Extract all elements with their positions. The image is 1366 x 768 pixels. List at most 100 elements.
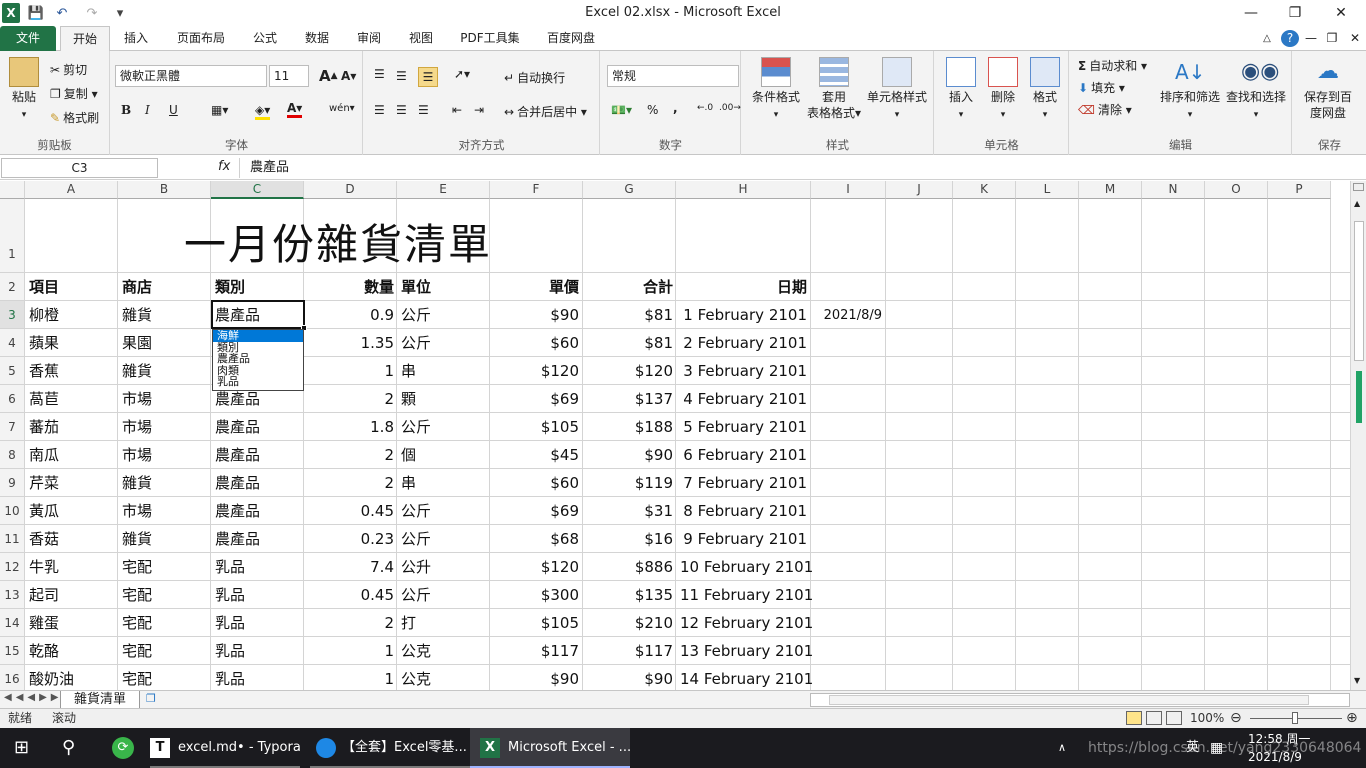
cell-date[interactable]: 2 February 2101	[676, 329, 811, 356]
cell-price[interactable]: $90	[490, 665, 583, 690]
zoom-slider-thumb[interactable]	[1292, 712, 1298, 724]
row-header-14[interactable]: 14	[0, 609, 25, 637]
cell-extra[interactable]	[811, 413, 886, 440]
cell-total[interactable]: $81	[583, 301, 677, 328]
cell-qty[interactable]: 2	[304, 609, 398, 636]
cell-store[interactable]: 宅配	[118, 581, 156, 608]
cell-qty[interactable]: 1	[304, 357, 398, 384]
cell-price[interactable]: $105	[490, 609, 583, 636]
cell-extra[interactable]	[811, 665, 886, 690]
page-layout-view-icon[interactable]	[1146, 711, 1162, 725]
cell-total[interactable]: $137	[583, 385, 677, 412]
grow-font-icon[interactable]: A ▲	[319, 67, 338, 85]
cell-unit[interactable]: 打	[397, 609, 420, 636]
currency-icon[interactable]: 💵▾	[611, 103, 632, 117]
column-header-d[interactable]: D	[304, 181, 397, 199]
vscroll-thumb[interactable]	[1354, 221, 1364, 361]
scroll-up-icon[interactable]: ▲	[1354, 199, 1360, 208]
cell-qty[interactable]: 2	[304, 385, 398, 412]
cell-total[interactable]: $886	[583, 553, 677, 580]
cell-date[interactable]: 10 February 2101	[676, 553, 813, 580]
cell-store[interactable]: 宅配	[118, 553, 156, 580]
cell-date[interactable]: 6 February 2101	[676, 441, 811, 468]
row-header-13[interactable]: 13	[0, 581, 25, 609]
format-as-table-button[interactable]: 套用 表格格式▾	[806, 57, 862, 121]
column-header-j[interactable]: J	[886, 181, 953, 199]
cell-unit[interactable]: 公克	[397, 665, 435, 690]
format-painter-button[interactable]: ✎ 格式刷	[50, 109, 99, 126]
cell-extra[interactable]	[811, 609, 886, 636]
sort-filter-button[interactable]: A↓ 排序和筛选 ▾	[1158, 57, 1222, 123]
cell-store[interactable]: 雜貨	[118, 525, 156, 552]
font-name-select[interactable]: 微軟正黑體	[115, 65, 267, 87]
column-header-l[interactable]: L	[1016, 181, 1079, 199]
tab-file[interactable]: 文件	[0, 26, 56, 51]
cell-category[interactable]: 乳品	[211, 581, 249, 608]
cell-qty[interactable]: 0.23	[304, 525, 398, 552]
row-header-1[interactable]: 1	[0, 199, 25, 273]
worksheet[interactable]: ABCDEFGHIJKLMNOP 1 2 3 4 5 6 7 8 9 10 11 12 13 14 15 16…	[0, 181, 1350, 690]
cell-category[interactable]: 農產品	[211, 469, 264, 496]
column-header-g[interactable]: G	[583, 181, 676, 199]
zoom-in-icon[interactable]: ⊕	[1346, 709, 1358, 727]
sheet-title[interactable]: 一月份雜貨清單	[184, 211, 492, 272]
cell-item[interactable]: 起司	[25, 581, 63, 608]
cut-button[interactable]: ✂ 剪切	[50, 61, 87, 78]
header-total[interactable]: 合計	[583, 273, 677, 300]
scroll-down-icon[interactable]: ▼	[1354, 676, 1360, 685]
data-validation-dropdown[interactable]: 海鮮 類別 農產品 肉類 乳品	[212, 329, 304, 391]
cell-store[interactable]: 市場	[118, 441, 156, 468]
cell-unit[interactable]: 公斤	[397, 497, 435, 524]
cell-item[interactable]: 香蕉	[25, 357, 63, 384]
conditional-format-button[interactable]: 条件格式 ▾	[748, 57, 804, 123]
cell-item[interactable]: 香菇	[25, 525, 63, 552]
active-cell-c3[interactable]	[211, 300, 307, 331]
cell-date[interactable]: 7 February 2101	[676, 469, 811, 496]
dropdown-option[interactable]: 類別	[213, 342, 303, 354]
merge-center-button[interactable]: ↔ 合并后居中 ▾	[504, 103, 587, 120]
zoom-level[interactable]: 100%	[1190, 709, 1224, 727]
minimize-icon[interactable]: —	[1228, 2, 1274, 24]
row-header-11[interactable]: 11	[0, 525, 25, 553]
column-header-k[interactable]: K	[953, 181, 1016, 199]
select-all-corner[interactable]	[0, 181, 25, 199]
cell-category[interactable]: 農產品	[211, 441, 264, 468]
column-header-m[interactable]: M	[1079, 181, 1142, 199]
normal-view-icon[interactable]	[1126, 711, 1142, 725]
tab-page-layout[interactable]: 页面布局	[168, 26, 234, 51]
cell-extra[interactable]	[811, 553, 886, 580]
cell-unit[interactable]: 顆	[397, 385, 420, 412]
cell-item[interactable]: 芹菜	[25, 469, 63, 496]
header-price[interactable]: 單價	[490, 273, 583, 300]
fill-button[interactable]: ⬇ 填充 ▾	[1078, 79, 1125, 96]
cell-item[interactable]: 柳橙	[25, 301, 63, 328]
orientation-icon[interactable]: ➚▾	[454, 67, 470, 81]
cell-extra[interactable]	[811, 441, 886, 468]
cell-qty[interactable]: 1	[304, 637, 398, 664]
cell-price[interactable]: $69	[490, 497, 583, 524]
tab-home[interactable]: 开始	[60, 26, 110, 52]
header-item[interactable]: 項目	[25, 273, 63, 300]
column-header-i[interactable]: I	[811, 181, 886, 199]
fx-icon[interactable]: fx	[160, 158, 238, 178]
cell-extra[interactable]	[811, 525, 886, 552]
find-select-button[interactable]: ◉◉ 查找和选择 ▾	[1224, 57, 1288, 123]
cell-qty[interactable]: 0.45	[304, 581, 398, 608]
cell-extra[interactable]	[811, 469, 886, 496]
clear-button[interactable]: ⌫ 清除 ▾	[1078, 101, 1132, 118]
dropdown-option[interactable]: 農產品	[213, 353, 303, 365]
header-date[interactable]: 日期	[676, 273, 811, 300]
cell-extra[interactable]	[811, 357, 886, 384]
cell-unit[interactable]: 公升	[397, 553, 435, 580]
column-header-e[interactable]: E	[397, 181, 490, 199]
column-header-a[interactable]: A	[25, 181, 118, 199]
header-unit[interactable]: 單位	[397, 273, 435, 300]
cell-category[interactable]: 乳品	[211, 665, 249, 690]
cell-qty[interactable]: 1	[304, 665, 398, 690]
cell-total[interactable]: $16	[583, 525, 677, 552]
cell-unit[interactable]: 公斤	[397, 525, 435, 552]
cell-category[interactable]: 農產品	[211, 525, 264, 552]
page-break-view-icon[interactable]	[1166, 711, 1182, 725]
tab-view[interactable]: 视图	[400, 26, 442, 51]
cell-date[interactable]: 4 February 2101	[676, 385, 811, 412]
